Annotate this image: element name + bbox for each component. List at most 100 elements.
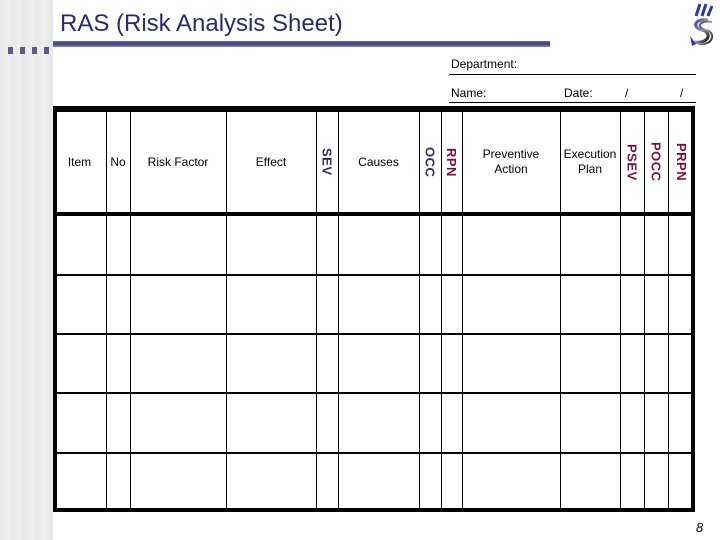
- table-cell[interactable]: [106, 333, 130, 392]
- table-cell[interactable]: [130, 452, 226, 512]
- column-header-sev: SEV: [316, 112, 338, 212]
- table-cell[interactable]: [668, 452, 695, 512]
- table-cell[interactable]: [668, 392, 695, 452]
- table-cell[interactable]: [668, 274, 695, 333]
- column-header-label: RPN: [444, 147, 459, 177]
- department-field-line[interactable]: [449, 74, 696, 75]
- table-cell[interactable]: [644, 333, 668, 392]
- table-cell[interactable]: [338, 274, 419, 333]
- table-cell[interactable]: [441, 392, 462, 452]
- table-cell[interactable]: [560, 392, 620, 452]
- table-cell[interactable]: [560, 214, 620, 274]
- table-cell[interactable]: [226, 392, 316, 452]
- table-cell[interactable]: [462, 274, 560, 333]
- table-cell[interactable]: [620, 392, 644, 452]
- name-date-field-line[interactable]: [449, 102, 696, 103]
- table-cell[interactable]: [419, 452, 441, 512]
- title-tick-marks: [8, 41, 56, 59]
- column-header-label: POCC: [648, 142, 664, 182]
- table-cell[interactable]: [419, 274, 441, 333]
- table-cell[interactable]: [53, 392, 106, 452]
- table-cell[interactable]: [106, 392, 130, 452]
- department-label: Department:: [451, 57, 518, 71]
- column-header-label: PRPN: [674, 142, 689, 182]
- column-header-preventive-action: Preventive Action: [462, 112, 560, 212]
- table-cell[interactable]: [620, 214, 644, 274]
- table-cell[interactable]: [560, 274, 620, 333]
- table-cell[interactable]: [226, 333, 316, 392]
- table-cell[interactable]: [316, 392, 338, 452]
- table-cell[interactable]: [620, 274, 644, 333]
- table-cell[interactable]: [106, 274, 130, 333]
- column-header-occ: OCC: [419, 112, 441, 212]
- company-logo-icon: [690, 3, 714, 46]
- table-cell[interactable]: [316, 333, 338, 392]
- column-header-label: Causes: [358, 154, 399, 169]
- column-header-psev: PSEV: [620, 112, 644, 212]
- table-cell[interactable]: [53, 274, 106, 333]
- table-cell[interactable]: [668, 214, 695, 274]
- table-cell[interactable]: [338, 214, 419, 274]
- column-header-risk-factor: Risk Factor: [130, 112, 226, 212]
- column-header-item: Item: [53, 112, 106, 212]
- table-cell[interactable]: [419, 214, 441, 274]
- table-cell[interactable]: [130, 274, 226, 333]
- table-cell[interactable]: [226, 214, 316, 274]
- column-header-label: No: [110, 154, 126, 169]
- table-cell[interactable]: [338, 333, 419, 392]
- column-header-execution-plan: Execution Plan: [560, 112, 620, 212]
- column-header-causes: Causes: [338, 112, 419, 212]
- table-cell[interactable]: [338, 452, 419, 512]
- table-cell[interactable]: [560, 452, 620, 512]
- table-cell[interactable]: [441, 274, 462, 333]
- page-number: 8: [696, 520, 704, 535]
- table-cell[interactable]: [644, 452, 668, 512]
- table-cell[interactable]: [668, 333, 695, 392]
- column-header-rpn: RPN: [441, 112, 462, 212]
- table-cell[interactable]: [106, 452, 130, 512]
- table-cell[interactable]: [53, 452, 106, 512]
- table-cell[interactable]: [316, 214, 338, 274]
- column-header-no: No: [106, 112, 130, 212]
- table-cell[interactable]: [441, 333, 462, 392]
- table-cell[interactable]: [316, 452, 338, 512]
- table-cell[interactable]: [130, 214, 226, 274]
- column-header-label: Execution Plan: [563, 147, 617, 176]
- column-header-effect: Effect: [226, 112, 316, 212]
- column-header-label: Item: [67, 154, 92, 169]
- column-header-label: Effect: [255, 154, 287, 169]
- table-cell[interactable]: [620, 452, 644, 512]
- table-cell[interactable]: [462, 392, 560, 452]
- table-cell[interactable]: [462, 214, 560, 274]
- name-label: Name:: [451, 86, 487, 100]
- table-cell[interactable]: [130, 392, 226, 452]
- table-cell[interactable]: [226, 274, 316, 333]
- table-cell[interactable]: [316, 274, 338, 333]
- table-cell[interactable]: [441, 214, 462, 274]
- table-cell[interactable]: [53, 214, 106, 274]
- column-header-label: OCC: [422, 146, 438, 178]
- table-cell[interactable]: [462, 452, 560, 512]
- slide-title: RAS (Risk Analysis Sheet): [60, 10, 343, 37]
- table-cell[interactable]: [419, 333, 441, 392]
- table-cell[interactable]: [620, 333, 644, 392]
- table-cell[interactable]: [644, 392, 668, 452]
- table-cell[interactable]: [560, 333, 620, 392]
- date-label: Date:: [564, 86, 593, 100]
- table-cell[interactable]: [226, 452, 316, 512]
- table-cell[interactable]: [106, 214, 130, 274]
- title-underline: [53, 41, 550, 47]
- table-cell[interactable]: [644, 214, 668, 274]
- column-header-label: Risk Factor: [147, 154, 209, 169]
- table-cell[interactable]: [53, 333, 106, 392]
- column-header-label: SEV: [319, 148, 335, 176]
- date-separator: /: [625, 86, 629, 100]
- slide-left-bar: [0, 0, 53, 540]
- table-cell[interactable]: [130, 333, 226, 392]
- table-cell[interactable]: [644, 274, 668, 333]
- table-cell[interactable]: [462, 333, 560, 392]
- column-header-label: PSEV: [624, 143, 640, 181]
- table-cell[interactable]: [419, 392, 441, 452]
- table-cell[interactable]: [441, 452, 462, 512]
- table-cell[interactable]: [338, 392, 419, 452]
